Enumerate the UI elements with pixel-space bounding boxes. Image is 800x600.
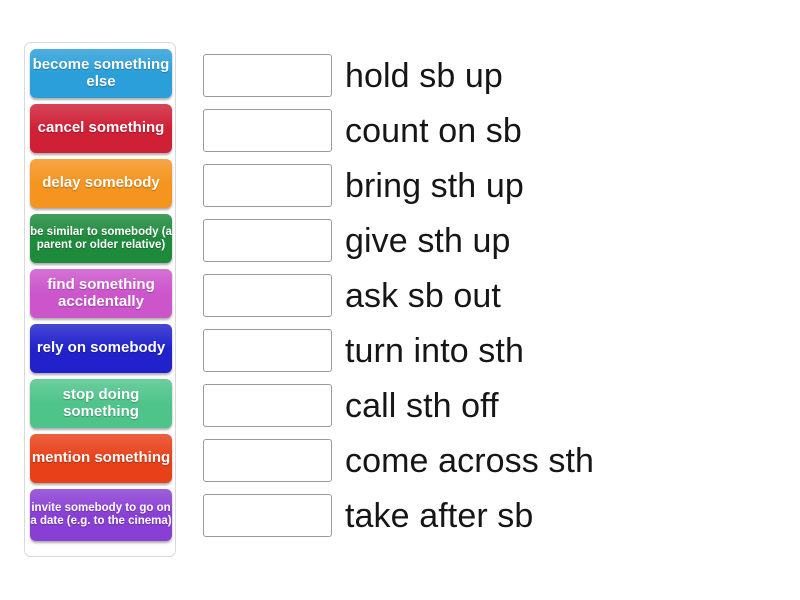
definition-tile[interactable]: cancel something xyxy=(30,104,172,153)
answer-dropzone[interactable] xyxy=(203,54,332,97)
definition-tile-label: rely on somebody xyxy=(36,339,166,357)
definition-tile[interactable]: stop doing something xyxy=(30,379,172,428)
answer-dropzone[interactable] xyxy=(203,109,332,152)
answer-dropzone[interactable] xyxy=(203,274,332,317)
definition-tile[interactable]: rely on somebody xyxy=(30,324,172,373)
answer-dropzone[interactable] xyxy=(203,164,332,207)
phrasal-verb-label: give sth up xyxy=(345,221,511,260)
definition-tile-label: stop doing something xyxy=(62,385,140,420)
activity-canvas: become something else cancel something del… xyxy=(0,0,800,600)
phrasal-verb-label: take after sb xyxy=(345,496,534,535)
definition-tile[interactable]: become something else xyxy=(30,49,172,98)
definition-tile-label: become something else xyxy=(32,55,170,90)
phrasal-verb-label: come across sth xyxy=(345,441,595,480)
answer-row: hold sb up xyxy=(203,48,783,103)
phrasal-verb-label: count on sb xyxy=(345,111,522,150)
definition-tile-label: cancel something xyxy=(37,119,165,137)
answer-dropzone[interactable] xyxy=(203,384,332,427)
phrasal-verb-label: bring sth up xyxy=(345,166,524,205)
answer-dropzone[interactable] xyxy=(203,219,332,262)
definition-tile[interactable]: delay somebody xyxy=(30,159,172,208)
definition-tile-label: mention something xyxy=(31,449,171,467)
definition-tile[interactable]: mention something xyxy=(30,434,172,483)
phrasal-verb-label: hold sb up xyxy=(345,56,503,95)
answer-row: give sth up xyxy=(203,213,783,268)
definitions-bank: become something else cancel something del… xyxy=(24,42,176,557)
definition-tile[interactable]: find something accidentally xyxy=(30,269,172,318)
definition-tile-label: invite somebody to go on a date (e.g. to… xyxy=(30,502,172,527)
answer-row: call sth off xyxy=(203,378,783,433)
answer-row: come across sth xyxy=(203,433,783,488)
answer-dropzone[interactable] xyxy=(203,329,332,372)
phrasal-verb-label: ask sb out xyxy=(345,276,501,315)
answer-row: turn into sth xyxy=(203,323,783,378)
answer-row: bring sth up xyxy=(203,158,783,213)
definition-tile-label: be similar to somebody (a parent or olde… xyxy=(30,225,172,251)
answer-row: ask sb out xyxy=(203,268,783,323)
definition-tile[interactable]: invite somebody to go on a date (e.g. to… xyxy=(30,489,172,541)
definition-tile-label: delay somebody xyxy=(42,174,160,192)
phrasal-verb-rows: hold sb up count on sb bring sth up give st… xyxy=(203,48,783,543)
definition-tile-label: find something accidentally xyxy=(47,275,155,310)
phrasal-verb-label: call sth off xyxy=(345,386,499,425)
definition-tile[interactable]: be similar to somebody (a parent or olde… xyxy=(30,214,172,263)
answer-dropzone[interactable] xyxy=(203,439,332,482)
answer-row: count on sb xyxy=(203,103,783,158)
phrasal-verb-label: turn into sth xyxy=(345,331,524,370)
answer-dropzone[interactable] xyxy=(203,494,332,537)
answer-row: take after sb xyxy=(203,488,783,543)
